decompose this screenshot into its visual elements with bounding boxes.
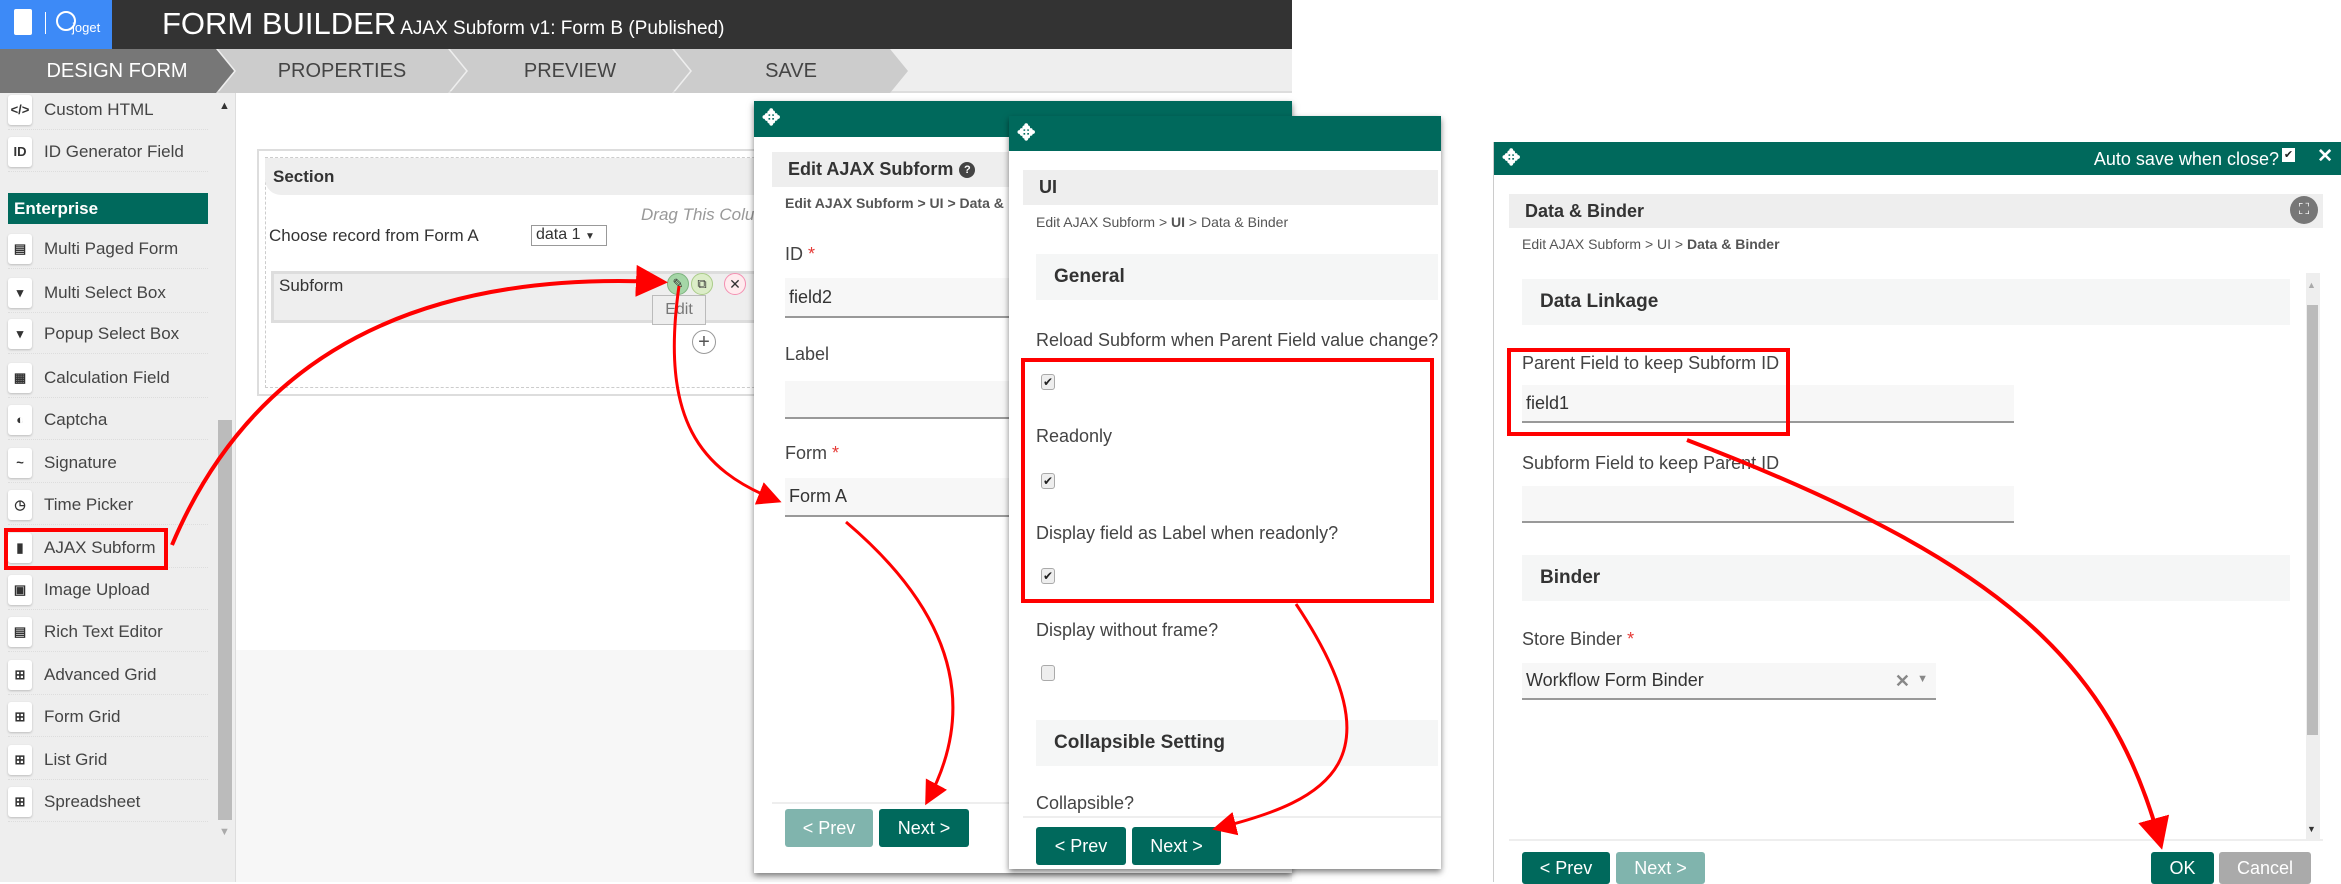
arrow-to-ok — [1686, 438, 2170, 850]
arrow-to-subform — [170, 264, 668, 546]
arrow-to-next-1 — [845, 520, 955, 806]
arrow-to-next-2 — [1212, 603, 1349, 836]
arrow-to-form-input — [672, 285, 782, 505]
annotation-arrows — [170, 264, 2170, 850]
